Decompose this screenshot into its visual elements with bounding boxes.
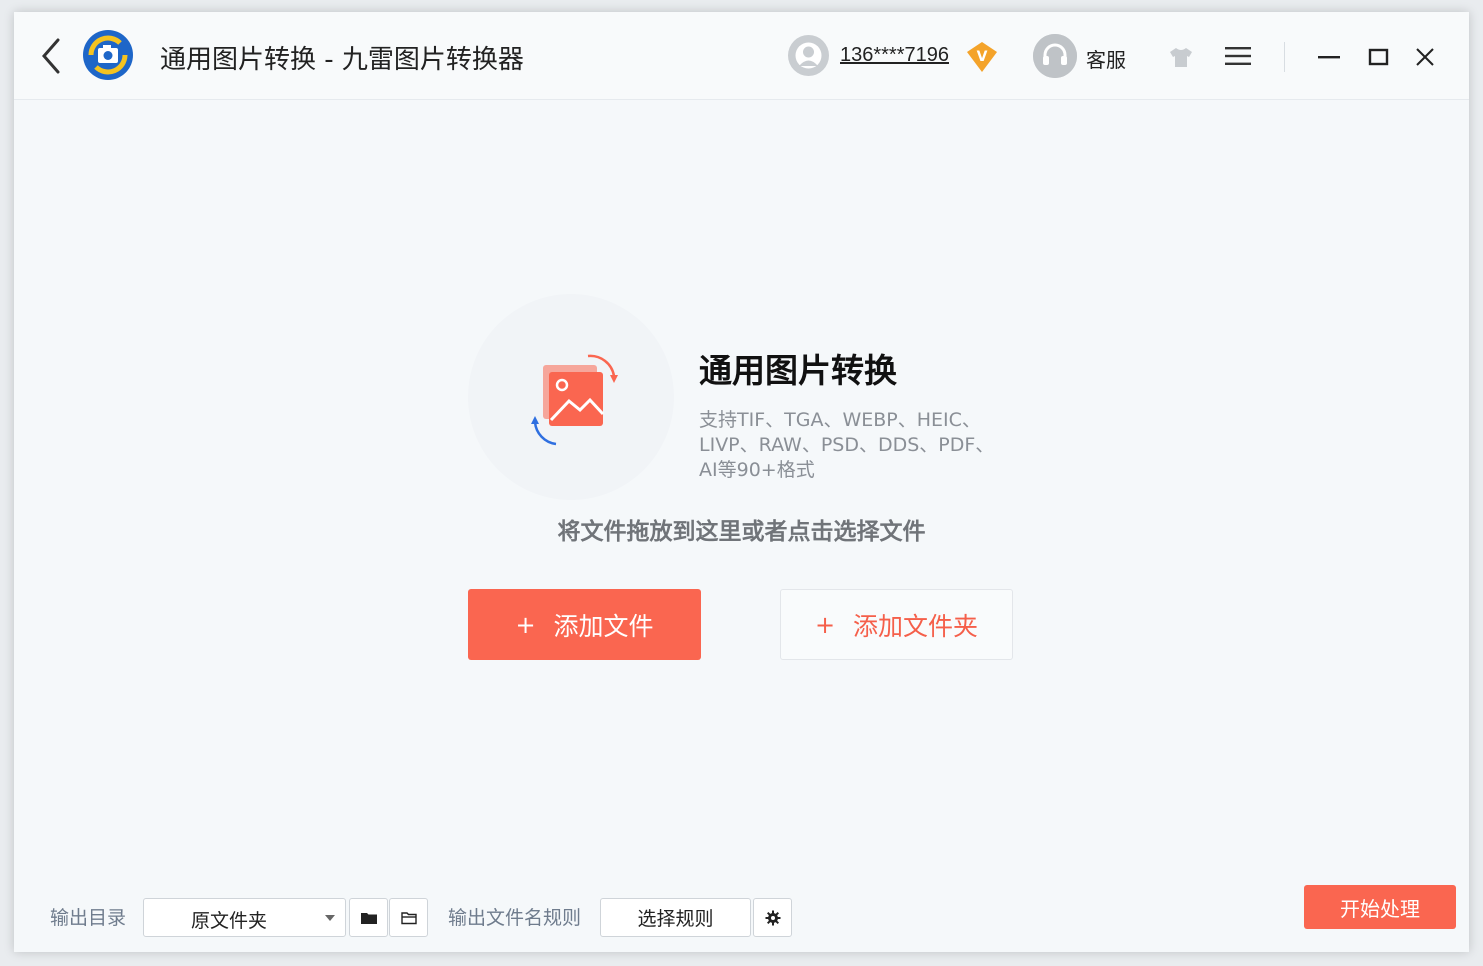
output-dir-value: 原文件夹: [191, 910, 268, 932]
add-folder-label: 添加文件夹: [853, 611, 979, 641]
app-logo-icon: [83, 30, 133, 80]
image-convert-icon: [531, 354, 618, 446]
feature-title: 通用图片转换: [699, 351, 897, 390]
rule-settings-button[interactable]: [753, 898, 792, 937]
output-dir-label: 输出目录: [50, 907, 127, 929]
folder-icon: [360, 912, 377, 924]
supported-formats: 支持TIF、TGA、WEBP、HEIC、LIVP、RAW、PSD、DDS、PDF…: [699, 409, 995, 481]
plus-icon: +: [814, 610, 836, 639]
user-avatar-icon[interactable]: [788, 35, 829, 76]
close-icon[interactable]: [1414, 46, 1436, 68]
menu-icon[interactable]: [1225, 46, 1251, 66]
folder-button[interactable]: [349, 898, 388, 937]
maximize-icon[interactable]: [1368, 46, 1390, 68]
headset-icon[interactable]: [1033, 34, 1077, 78]
gear-icon: [765, 910, 780, 925]
back-icon[interactable]: [36, 36, 66, 76]
open-folder-button[interactable]: [389, 898, 428, 937]
filename-rule-label: 输出文件名规则: [448, 907, 582, 929]
chevron-down-icon: [325, 915, 335, 921]
output-dir-select[interactable]: 原文件夹: [143, 898, 346, 937]
open-folder-icon: [400, 911, 417, 924]
title-bar: 通用图片转换 - 九雷图片转换器 136****7196 V 客服: [14, 12, 1469, 100]
support-label[interactable]: 客服: [1086, 44, 1126, 73]
add-file-label: 添加文件: [553, 611, 654, 641]
tshirt-icon[interactable]: [1167, 46, 1195, 68]
add-file-button[interactable]: + 添加文件: [468, 589, 701, 660]
drop-hint[interactable]: 将文件拖放到这里或者点击选择文件: [14, 512, 1469, 546]
titlebar-divider: [1284, 42, 1285, 72]
window-title: 通用图片转换 - 九雷图片转换器: [160, 45, 524, 75]
account-name[interactable]: 136****7196: [840, 44, 949, 67]
vip-icon[interactable]: V: [965, 40, 999, 74]
minimize-icon[interactable]: [1318, 46, 1340, 68]
add-folder-button[interactable]: + 添加文件夹: [780, 589, 1013, 660]
svg-text:V: V: [977, 49, 988, 65]
start-processing-button[interactable]: 开始处理: [1304, 885, 1456, 929]
select-rule-button[interactable]: 选择规则: [600, 898, 751, 937]
plus-icon: +: [515, 610, 536, 639]
app-window: 通用图片转换 - 九雷图片转换器 136****7196 V 客服 通用图片转换…: [14, 12, 1469, 952]
